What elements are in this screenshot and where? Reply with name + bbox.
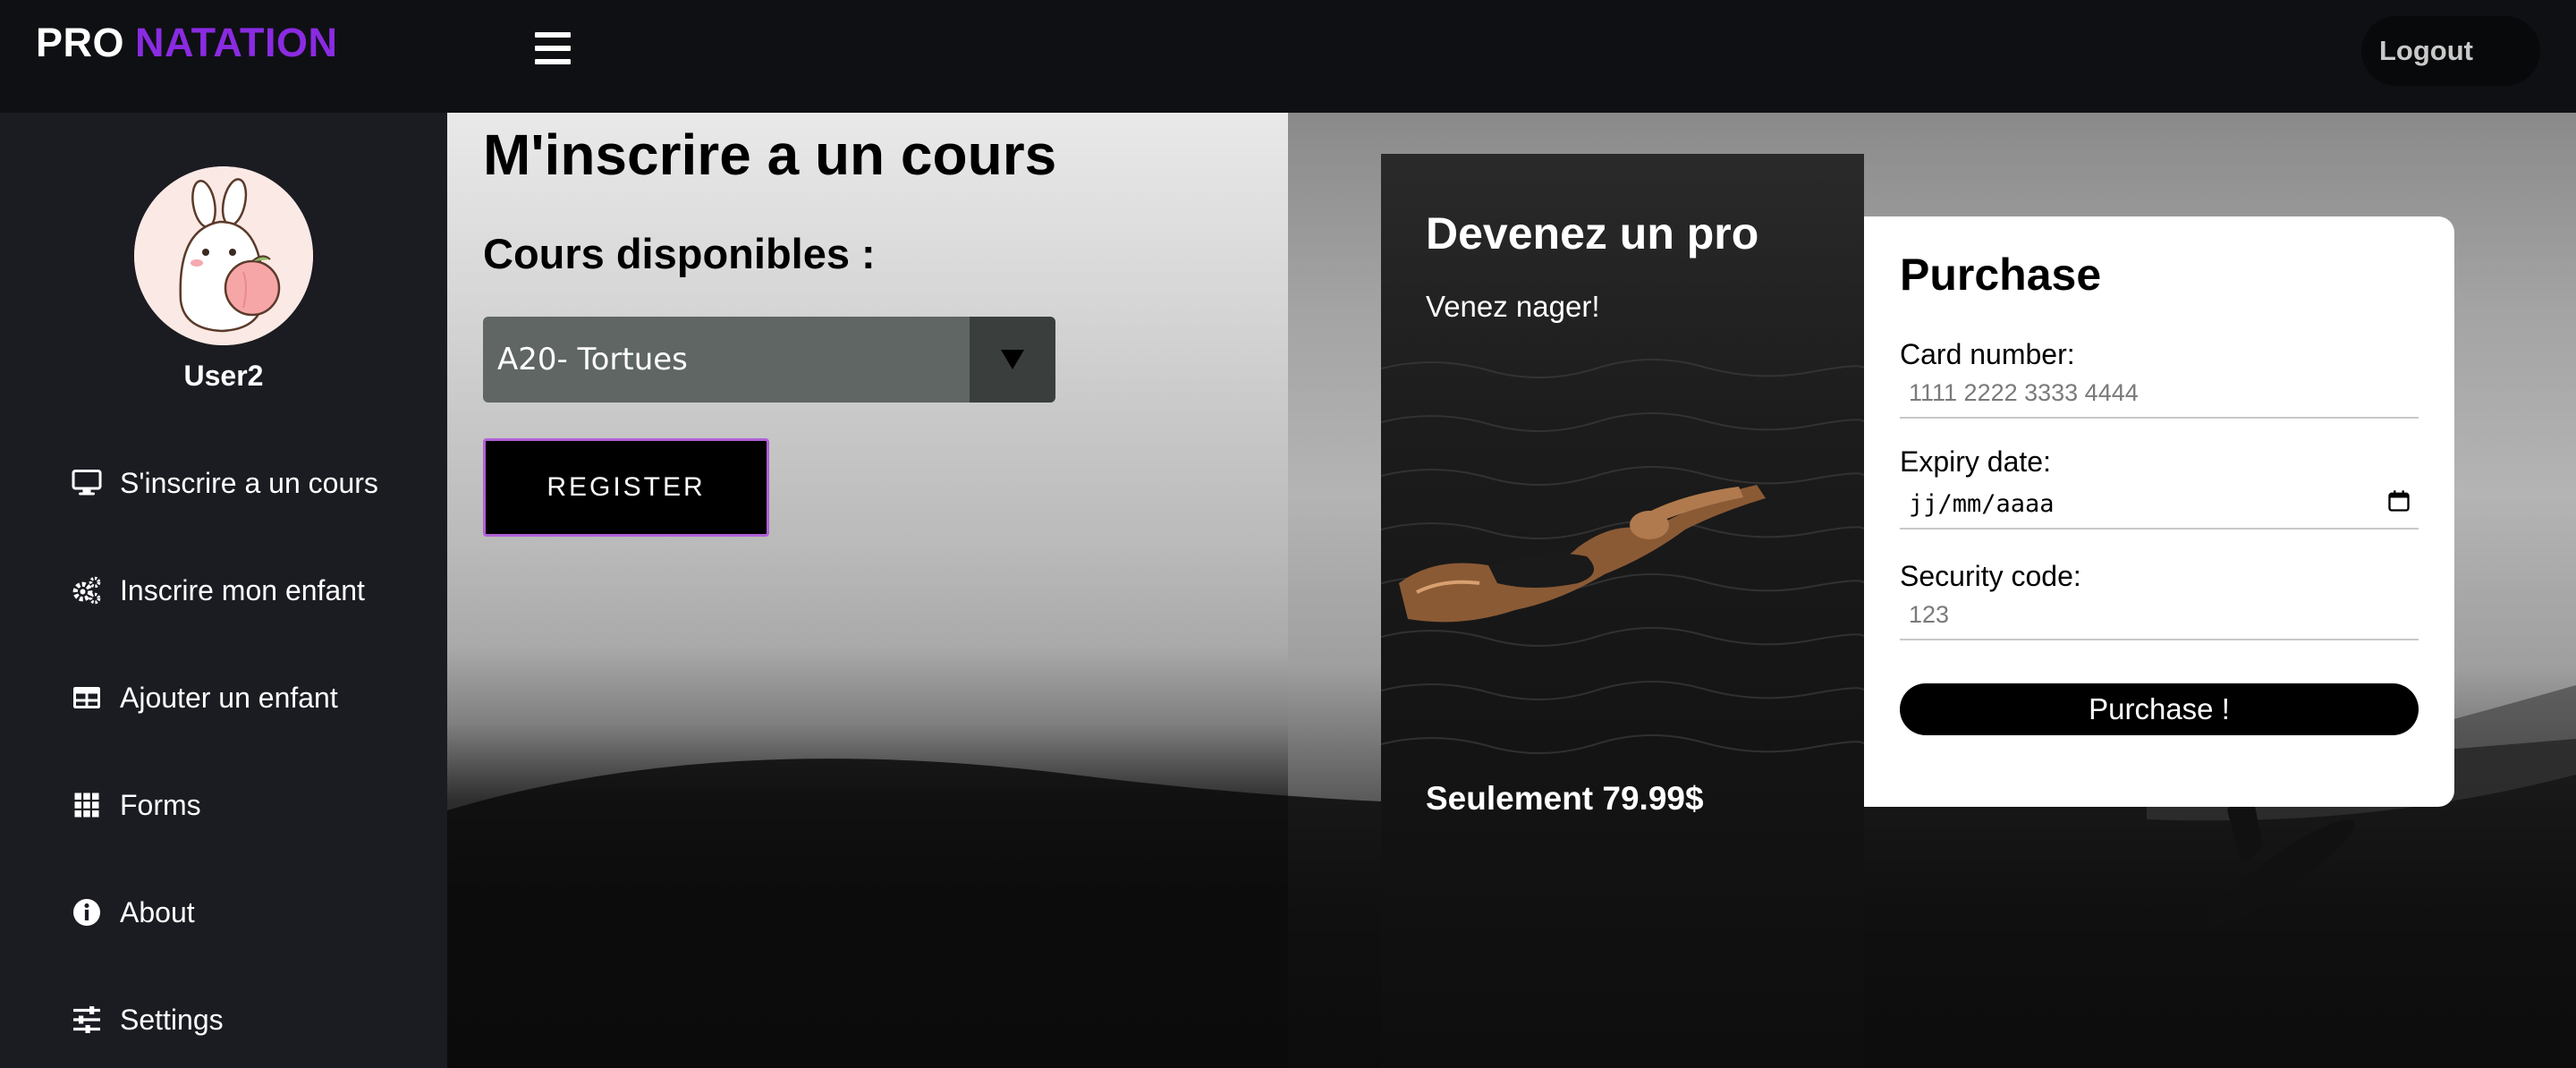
gears-icon <box>70 573 104 607</box>
top-bar: PRO NATATION Logout <box>0 0 2576 113</box>
sidebar-item-label: About <box>120 895 195 928</box>
info-icon <box>70 895 104 929</box>
course-select-value: A20- Tortues <box>497 342 688 377</box>
expiry-date-value: jj/mm/aaaa <box>1909 489 2055 518</box>
sidebar-item-label: Settings <box>120 1003 224 1036</box>
monitor-icon <box>70 466 104 500</box>
dropdown-arrow-icon[interactable] <box>970 317 1055 403</box>
sliders-icon <box>70 1003 104 1037</box>
promo-card: Devenez un pro Venez nager! Seulement 79… <box>1381 154 1864 1068</box>
security-code-input[interactable]: 123 <box>1900 590 2419 640</box>
purchase-button[interactable]: Purchase ! <box>1900 683 2419 735</box>
brand-part-2: NATATION <box>135 20 338 65</box>
sidebar-item-label: Inscrire mon enfant <box>120 573 365 606</box>
brand-part-1: PRO <box>36 20 125 65</box>
main-content: M'inscrire a un cours Cours disponibles … <box>447 113 2576 1068</box>
expiry-date-label: Expiry date: <box>1900 445 2051 478</box>
card-number-input[interactable]: 1111 2222 3333 4444 <box>1900 369 2419 419</box>
promo-price: Seulement 79.99$ <box>1426 780 1704 817</box>
course-select[interactable]: A20- Tortues <box>483 317 1055 403</box>
sidebar-item-label: Forms <box>120 788 201 821</box>
section-title: Cours disponibles : <box>483 230 876 277</box>
logout-button[interactable]: Logout <box>2361 16 2540 86</box>
security-code-label: Security code: <box>1900 560 2081 592</box>
avatar <box>134 166 313 345</box>
sidebar-item-ajouter-enfant[interactable]: Ajouter un enfant <box>70 671 338 725</box>
register-button[interactable]: REGISTER <box>483 438 769 537</box>
grid-icon <box>70 788 104 822</box>
expiry-date-input[interactable]: jj/mm/aaaa <box>1900 479 2419 530</box>
sidebar-item-label: S'inscrire a un cours <box>120 466 378 499</box>
brand-logo[interactable]: PRO NATATION <box>36 20 337 66</box>
page-title: M'inscrire a un cours <box>483 123 1057 187</box>
purchase-title: Purchase <box>1900 250 2102 300</box>
calendar-icon[interactable] <box>2386 488 2411 520</box>
sidebar-item-settings[interactable]: Settings <box>70 993 224 1047</box>
hamburger-menu-icon[interactable] <box>535 32 571 64</box>
purchase-card: Purchase Card number: 1111 2222 3333 444… <box>1864 216 2454 807</box>
sidebar-item-about[interactable]: About <box>70 886 195 939</box>
sidebar: User2 S'inscrire a un cours Inscrire mon… <box>0 113 447 1068</box>
sidebar-item-forms[interactable]: Forms <box>70 778 201 832</box>
promo-subtitle: Venez nager! <box>1426 290 1600 323</box>
card-number-label: Card number: <box>1900 338 2075 370</box>
promo-title: Devenez un pro <box>1426 208 1759 259</box>
username: User2 <box>183 360 264 392</box>
sidebar-item-sinscrire[interactable]: S'inscrire a un cours <box>70 456 378 510</box>
sidebar-item-label: Ajouter un enfant <box>120 681 338 714</box>
sidebar-item-inscrire-enfant[interactable]: Inscrire mon enfant <box>70 564 365 617</box>
table-icon <box>70 681 104 715</box>
